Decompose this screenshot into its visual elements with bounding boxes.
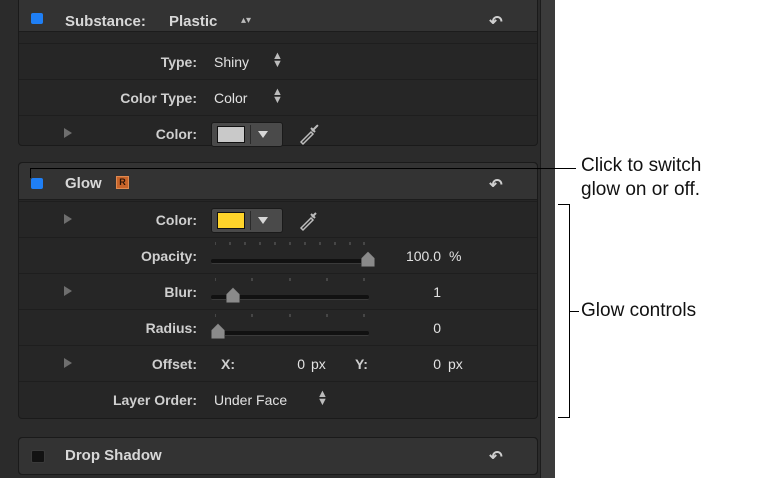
checkbox-callout-text: Click to switch glow on or off. bbox=[581, 154, 701, 202]
offset-y-label: Y: bbox=[355, 356, 368, 372]
controls-callout-line bbox=[569, 311, 579, 312]
eyedropper-icon[interactable] bbox=[297, 122, 321, 146]
opacity-unit: % bbox=[449, 248, 462, 264]
inspector-panel: Substance: Plastic ▴▾ ↶ Type: Shiny ▲ ▼ C… bbox=[0, 0, 555, 478]
opacity-ticks bbox=[215, 242, 365, 245]
controls-callout-text: Glow controls bbox=[581, 300, 697, 321]
glow-opacity-row: Opacity: 100.0 % bbox=[19, 237, 537, 274]
substance-enable-checkbox[interactable] bbox=[31, 13, 43, 24]
substance-header: Substance: Plastic ▴▾ ↶ bbox=[19, 0, 537, 32]
blur-ticks bbox=[215, 278, 365, 281]
drop-shadow-enable-checkbox[interactable] bbox=[31, 450, 45, 463]
eyedropper-icon[interactable] bbox=[297, 208, 321, 232]
substance-value[interactable]: Plastic bbox=[169, 13, 217, 30]
substance-color-label: Color: bbox=[155, 126, 197, 142]
type-stepper-icon[interactable]: ▲ ▼ bbox=[272, 51, 283, 70]
checkbox-callout-line2: glow on or off. bbox=[581, 179, 701, 200]
blur-slider-knob[interactable] bbox=[226, 287, 240, 303]
drop-shadow-title: Drop Shadow bbox=[65, 447, 162, 464]
blur-value[interactable]: 1 bbox=[379, 284, 441, 300]
glow-blur-row: Blur: 1 bbox=[19, 273, 537, 310]
offset-x-label: X: bbox=[221, 356, 235, 372]
substance-group: Substance: Plastic ▴▾ ↶ Type: Shiny ▲ ▼ C… bbox=[18, 0, 538, 147]
substance-color-disclosure-icon[interactable] bbox=[64, 128, 72, 138]
substance-type-row: Type: Shiny ▲ ▼ bbox=[19, 43, 537, 80]
radius-ticks bbox=[215, 314, 365, 317]
chevron-down-icon[interactable] bbox=[258, 217, 268, 224]
substance-reset-icon[interactable]: ↶ bbox=[486, 12, 506, 32]
offset-y-value[interactable]: 0 bbox=[379, 356, 441, 372]
checkbox-callout-tick bbox=[30, 168, 31, 178]
drop-shadow-header: Drop Shadow ↶ bbox=[19, 438, 537, 474]
blur-disclosure-icon[interactable] bbox=[64, 286, 72, 296]
glow-title: Glow bbox=[65, 175, 102, 192]
controls-bracket-bottom bbox=[558, 417, 569, 418]
opacity-value[interactable]: 100.0 bbox=[379, 248, 441, 264]
glow-layer-order-row: Layer Order: Under Face ▲ ▼ bbox=[19, 381, 537, 418]
radius-slider-track[interactable] bbox=[211, 331, 369, 336]
offset-x-unit: px bbox=[311, 356, 326, 372]
offset-disclosure-icon[interactable] bbox=[64, 358, 72, 368]
drop-shadow-reset-icon[interactable]: ↶ bbox=[486, 447, 506, 467]
offset-label: Offset: bbox=[151, 356, 197, 372]
glow-color-label: Color: bbox=[155, 212, 197, 228]
offset-y-unit: px bbox=[448, 356, 463, 372]
drop-shadow-group: Drop Shadow ↶ bbox=[18, 437, 538, 475]
layer-order-stepper-icon[interactable]: ▲ ▼ bbox=[317, 389, 328, 408]
swatch-separator bbox=[250, 211, 251, 230]
glow-enable-checkbox[interactable] bbox=[31, 178, 43, 189]
glow-color-disclosure-icon[interactable] bbox=[64, 214, 72, 224]
opacity-slider-track[interactable] bbox=[211, 259, 369, 264]
glow-color-chip bbox=[217, 212, 245, 229]
radius-label: Radius: bbox=[145, 320, 197, 336]
chevron-down-icon[interactable] bbox=[258, 131, 268, 138]
substance-stepper-icon[interactable]: ▴▾ bbox=[240, 16, 252, 26]
layer-order-label: Layer Order: bbox=[112, 392, 197, 408]
opacity-slider-knob[interactable] bbox=[361, 251, 375, 267]
offset-x-value[interactable]: 0 bbox=[249, 356, 305, 372]
type-value[interactable]: Shiny bbox=[214, 54, 249, 70]
radius-value[interactable]: 0 bbox=[379, 320, 441, 336]
substance-color-type-row: Color Type: Color ▲ ▼ bbox=[19, 79, 537, 116]
rig-badge-icon: R bbox=[116, 176, 129, 189]
panel-scrollbar[interactable] bbox=[540, 0, 555, 478]
glow-group: Glow R ↶ Color: Opacity: 100.0 % Blur: 1… bbox=[18, 162, 538, 419]
type-label: Type: bbox=[160, 54, 197, 70]
checkbox-callout-line1: Click to switch bbox=[581, 155, 702, 176]
checkbox-callout-line bbox=[30, 168, 576, 169]
glow-radius-row: Radius: 0 bbox=[19, 309, 537, 346]
glow-color-swatch[interactable] bbox=[211, 208, 283, 233]
substance-color-swatch[interactable] bbox=[211, 122, 283, 147]
color-type-label: Color Type: bbox=[120, 90, 197, 106]
color-type-value[interactable]: Color bbox=[214, 90, 247, 106]
controls-bracket-top bbox=[558, 204, 569, 205]
radius-slider-knob[interactable] bbox=[211, 323, 225, 339]
glow-color-row: Color: bbox=[19, 201, 537, 238]
layer-order-value[interactable]: Under Face bbox=[214, 392, 287, 408]
glow-reset-icon[interactable]: ↶ bbox=[486, 175, 506, 195]
substance-title: Substance: bbox=[65, 13, 146, 30]
substance-color-chip bbox=[217, 126, 245, 143]
color-type-stepper-icon[interactable]: ▲ ▼ bbox=[272, 87, 283, 106]
glow-offset-row: Offset: X: 0 px Y: 0 px bbox=[19, 345, 537, 382]
swatch-separator bbox=[250, 125, 251, 144]
blur-label: Blur: bbox=[164, 284, 197, 300]
substance-color-row: Color: bbox=[19, 115, 537, 152]
opacity-label: Opacity: bbox=[140, 248, 197, 264]
